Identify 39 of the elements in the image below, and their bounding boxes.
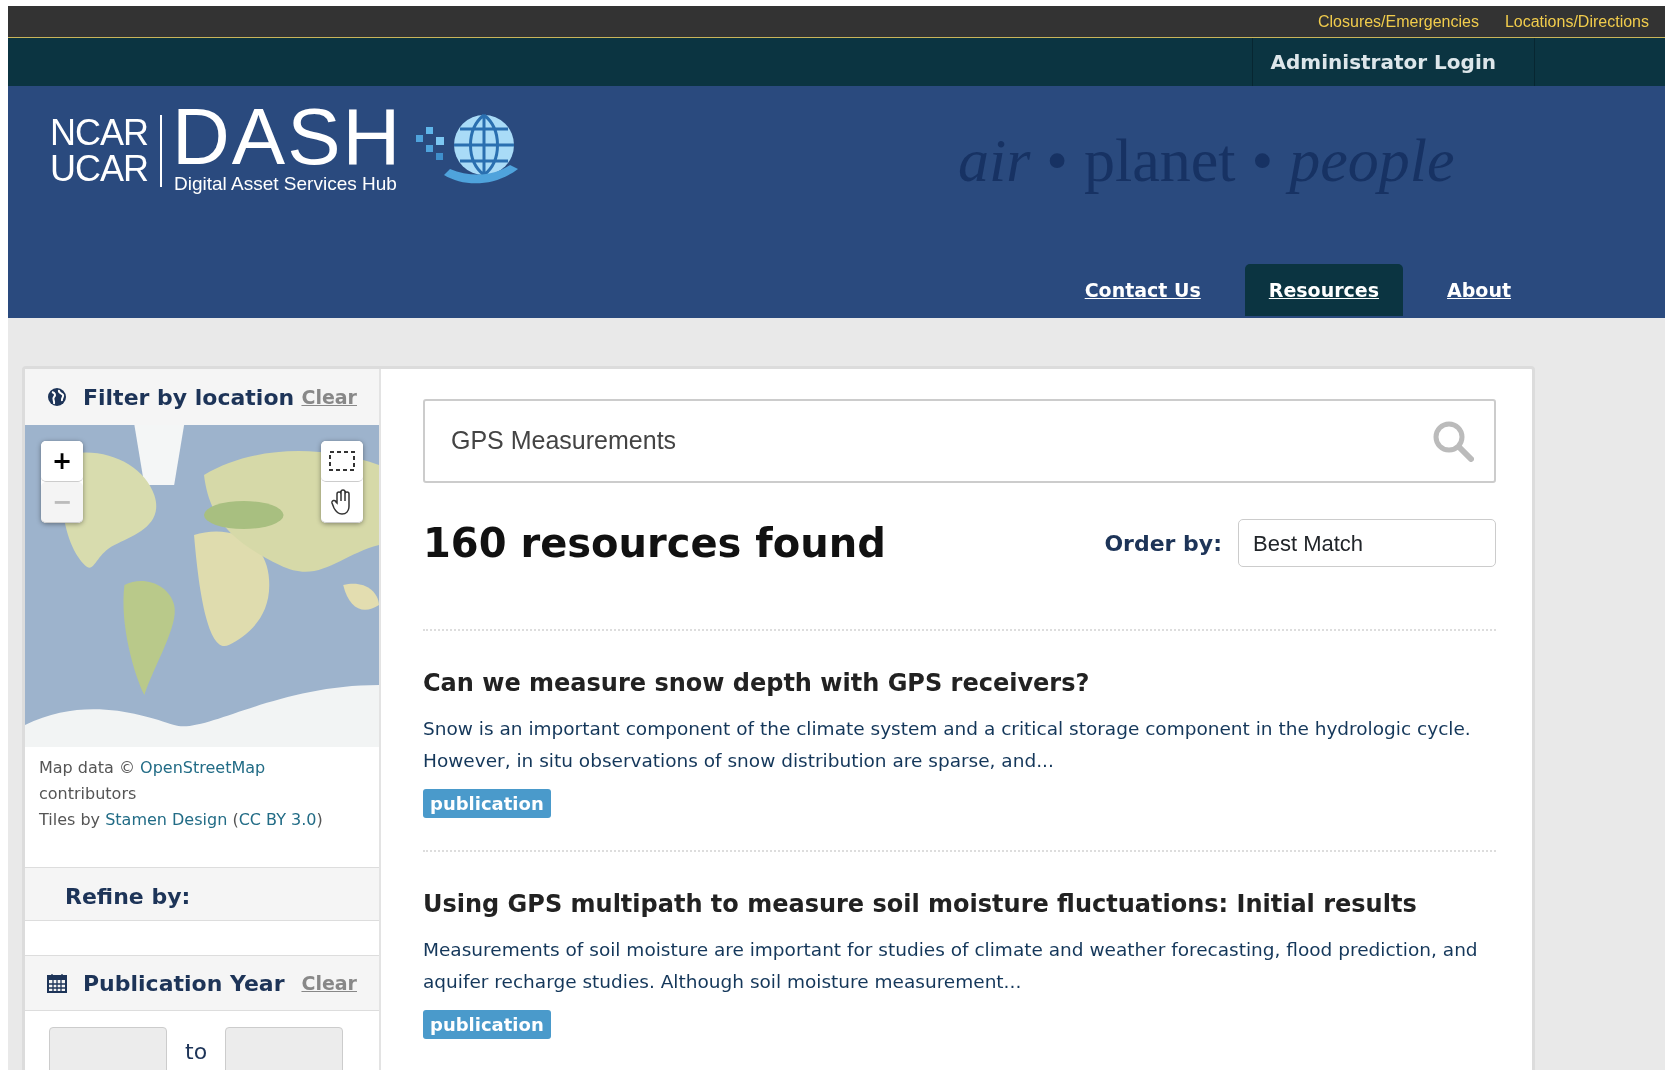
logo-subtitle: Digital Asset Services Hub xyxy=(173,172,398,196)
order-select[interactable]: Best Match xyxy=(1238,519,1496,567)
attribution-link[interactable]: Stamen Design xyxy=(105,810,228,829)
result-summary: Measurements of soil moisture are important for studies of climate and weather forecasting, flood prediction, and aquifer recharge studies. Although soil moisture measurement... xyxy=(423,938,1479,994)
logo-title: DASH xyxy=(171,104,403,170)
result-summary: Snow is an important component of the climate system and a critical storage component in the hydrologic cycle. However, in situ observations of snow distribution are sparse, and... xyxy=(423,717,1472,773)
pan-button[interactable] xyxy=(321,482,363,523)
year-from-field[interactable] xyxy=(49,1027,167,1070)
logo-text: NCAR xyxy=(50,115,148,152)
box-select-button[interactable] xyxy=(321,441,363,482)
type-tag: publication xyxy=(423,789,551,818)
utility-link[interactable]: Locations/Directions xyxy=(1504,9,1649,34)
attribution-link[interactable]: CC BY 3.0 xyxy=(238,810,317,829)
type-tag: publication xyxy=(423,1010,551,1039)
nav-tab[interactable]: About xyxy=(1423,263,1535,316)
results-count: 160 resources found xyxy=(423,519,886,568)
logo-text: UCAR xyxy=(50,151,148,188)
range-separator: to xyxy=(185,1037,208,1066)
nav-tab[interactable]: Resources xyxy=(1244,263,1404,316)
result-title[interactable]: Can we measure snow depth with GPS receivers? xyxy=(423,665,1496,701)
globe-icon xyxy=(47,387,67,407)
utility-link[interactable]: Closures/Emergencies xyxy=(1317,9,1479,34)
dashed-rectangle-icon xyxy=(329,451,355,471)
order-label: Order by: xyxy=(1104,529,1222,558)
tagline-separator: • xyxy=(1251,125,1274,196)
tagline-separator: • xyxy=(1046,125,1069,196)
year-to-field[interactable] xyxy=(225,1027,344,1070)
calendar-icon xyxy=(47,973,67,993)
search-box[interactable]: GPS Measurements xyxy=(423,399,1496,483)
search-icon[interactable] xyxy=(1432,420,1474,462)
section-title: Publication Year xyxy=(83,969,285,998)
refine-heading: Refine by: xyxy=(25,867,379,921)
section-title: Filter by location xyxy=(83,383,295,412)
map-attribution: Map data © OpenStreetMap contributors Tiles by Stamen Design (CC BY 3.0) xyxy=(38,757,324,831)
nav-tab[interactable]: Contact Us xyxy=(1060,263,1225,316)
attribution-link[interactable]: OpenStreetMap xyxy=(140,758,266,777)
hand-icon xyxy=(331,489,353,515)
zoom-in-button[interactable]: + xyxy=(41,441,83,482)
result-title[interactable]: Using GPS multipath to measure soil moisture fluctuations: Initial results xyxy=(423,886,1496,922)
